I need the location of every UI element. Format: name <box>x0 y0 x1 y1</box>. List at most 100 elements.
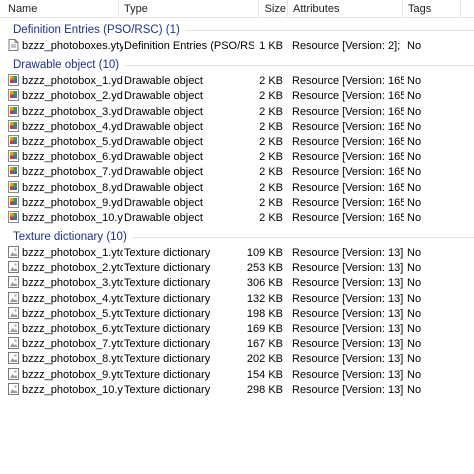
column-header-name[interactable]: Name <box>2 0 37 18</box>
file-attributes: Resource [Version: 13]; <box>292 338 404 351</box>
file-tags: No <box>407 120 422 133</box>
file-type: Texture dictionary <box>124 323 211 335</box>
file-row[interactable]: bzzz_photobox_9.ytd Texture dictionary 154… <box>0 367 474 383</box>
file-name: bzzz_photobox_1.ydr <box>22 75 123 88</box>
file-name: bzzz_photobox_9.ytd <box>22 368 123 381</box>
column-header-size[interactable]: Size <box>258 0 286 18</box>
file-tags: No <box>407 383 422 396</box>
file-row[interactable]: bzzz_photobox_3.ytd Texture dictionary 306… <box>0 276 474 291</box>
file-row[interactable]: bzzz_photobox_4.ydr Drawable object 2 KB Re… <box>0 119 474 135</box>
column-header-type[interactable]: Type <box>118 0 148 18</box>
drawable-object-icon <box>8 150 19 163</box>
file-row[interactable]: bzzz_photobox_8.ytd Texture dictionary 202… <box>0 352 474 367</box>
file-row[interactable]: bzzz_photobox_2.ytd Texture dictionary 253… <box>0 261 474 276</box>
file-type: Drawable object <box>124 151 203 164</box>
texture-dictionary-icon <box>8 306 19 319</box>
file-type: Texture dictionary <box>124 262 211 275</box>
group-header[interactable]: Drawable object (10) <box>0 57 474 74</box>
file-row[interactable]: bzzz_photoboxes.ytyp Definition Entries (… <box>0 39 474 54</box>
file-type: Texture dictionary <box>124 307 211 320</box>
drawable-object-icon <box>8 89 19 102</box>
texture-dictionary-icon <box>8 367 19 380</box>
column-header-tags[interactable]: Tags <box>402 0 431 18</box>
file-type: Texture dictionary <box>124 292 211 305</box>
file-row[interactable]: bzzz_photobox_7.ytd Texture dictionary 167… <box>0 337 474 352</box>
file-row[interactable]: bzzz_photobox_8.ydr Drawable object 2 KB Re… <box>0 180 474 196</box>
file-attributes: Resource [Version: 165]; <box>292 211 404 224</box>
file-size: 167 KB <box>246 338 283 351</box>
file-row[interactable]: bzzz_photobox_1.ytd Texture dictionary 109… <box>0 246 474 261</box>
file-name: bzzz_photobox_6.ydr <box>22 151 123 164</box>
file-tags: No <box>407 151 422 164</box>
file-row[interactable]: bzzz_photobox_1.ydr Drawable object 2 KB Re… <box>0 74 474 89</box>
file-tags: No <box>407 277 422 290</box>
file-tags: No <box>407 292 422 305</box>
file-type: Texture dictionary <box>124 277 211 290</box>
file-size: 2 KB <box>259 196 283 209</box>
file-size: 109 KB <box>246 247 283 260</box>
file-row[interactable]: bzzz_photobox_4.ytd Texture dictionary 132… <box>0 291 474 307</box>
file-type: Drawable object <box>124 120 203 133</box>
file-name: bzzz_photobox_6.ytd <box>22 323 123 335</box>
file-tags: No <box>407 307 422 320</box>
column-divider[interactable] <box>460 0 461 18</box>
file-type: Drawable object <box>124 75 203 88</box>
file-row[interactable]: bzzz_photobox_5.ydr Drawable object 2 KB Re… <box>0 134 474 150</box>
file-row[interactable]: bzzz_photobox_6.ytd Texture dictionary 169… <box>0 322 474 337</box>
group-header[interactable]: Texture dictionary (10) <box>0 229 474 246</box>
file-row[interactable]: bzzz_photobox_10.ytd Texture dictionary 29… <box>0 382 474 398</box>
group-title: Drawable object (10) <box>13 59 120 72</box>
drawable-object-icon <box>8 165 19 178</box>
texture-dictionary-icon <box>8 337 19 350</box>
file-name-cell: bzzz_photobox_4.ytd <box>8 291 123 307</box>
column-header-attributes[interactable]: Attributes <box>287 0 339 18</box>
file-tags: No <box>407 166 422 179</box>
file-name: bzzz_photobox_7.ydr <box>22 166 123 179</box>
file-tags: No <box>407 323 422 335</box>
file-row[interactable]: bzzz_photobox_9.ydr Drawable object 2 KB Re… <box>0 195 474 211</box>
file-tags: No <box>407 105 422 118</box>
file-size: 198 KB <box>246 307 283 320</box>
file-size: 2 KB <box>259 105 283 118</box>
file-name: bzzz_photoboxes.ytyp <box>22 40 123 52</box>
file-attributes: Resource [Version: 165]; <box>292 151 404 164</box>
file-attributes: Resource [Version: 13]; <box>292 353 404 366</box>
group-header[interactable]: Definition Entries (PSO/RSC) (1) <box>0 22 474 39</box>
drawable-object-icon <box>8 195 19 208</box>
drawable-object-icon <box>8 119 19 132</box>
file-name-cell: bzzz_photobox_3.ytd <box>8 276 123 291</box>
drawable-object-icon <box>8 180 19 193</box>
file-size: 1 KB <box>259 40 283 52</box>
file-attributes: Resource [Version: 13]; <box>292 323 404 335</box>
file-type: Drawable object <box>124 211 203 224</box>
file-name-cell: bzzz_photobox_8.ytd <box>8 352 123 367</box>
file-tags: No <box>407 262 422 275</box>
file-name-cell: bzzz_photobox_10.ytd <box>8 382 123 398</box>
file-tags: No <box>407 135 422 148</box>
file-type: Definition Entries (PSO/RSC) <box>124 40 254 52</box>
texture-dictionary-icon <box>8 382 19 395</box>
file-tags: No <box>407 196 422 209</box>
file-row[interactable]: bzzz_photobox_7.ydr Drawable object 2 KB Re… <box>0 165 474 180</box>
file-attributes: Resource [Version: 13]; <box>292 247 404 260</box>
file-list: Definition Entries (PSO/RSC) (1) bzzz_pho… <box>0 19 474 474</box>
file-name-cell: bzzz_photobox_4.ydr <box>8 119 123 135</box>
file-name-cell: bzzz_photobox_1.ydr <box>8 74 123 89</box>
file-type: Drawable object <box>124 166 203 179</box>
file-name: bzzz_photobox_5.ydr <box>22 135 123 148</box>
file-row[interactable]: bzzz_photobox_6.ydr Drawable object 2 KB Re… <box>0 150 474 165</box>
file-row[interactable]: bzzz_photobox_3.ydr Drawable object 2 KB Re… <box>0 104 474 120</box>
file-name: bzzz_photobox_8.ydr <box>22 181 123 194</box>
file-attributes: Resource [Version: 165]; <box>292 120 404 133</box>
file-name: bzzz_photobox_2.ytd <box>22 262 123 275</box>
file-size: 169 KB <box>246 323 283 335</box>
file-row[interactable]: bzzz_photobox_2.ydr Drawable object 2 KB Re… <box>0 89 474 104</box>
file-type: Texture dictionary <box>124 247 211 260</box>
file-name: bzzz_photobox_4.ytd <box>22 292 123 305</box>
group-separator <box>125 65 474 67</box>
file-attributes: Resource [Version: 13]; <box>292 383 404 396</box>
file-row[interactable]: bzzz_photobox_10.ydr Drawable object 2 KB R… <box>0 210 474 226</box>
file-row[interactable]: bzzz_photobox_5.ytd Texture dictionary 198… <box>0 306 474 322</box>
file-name: bzzz_photobox_10.ytd <box>22 383 123 396</box>
file-name-cell: bzzz_photobox_9.ydr <box>8 195 123 211</box>
